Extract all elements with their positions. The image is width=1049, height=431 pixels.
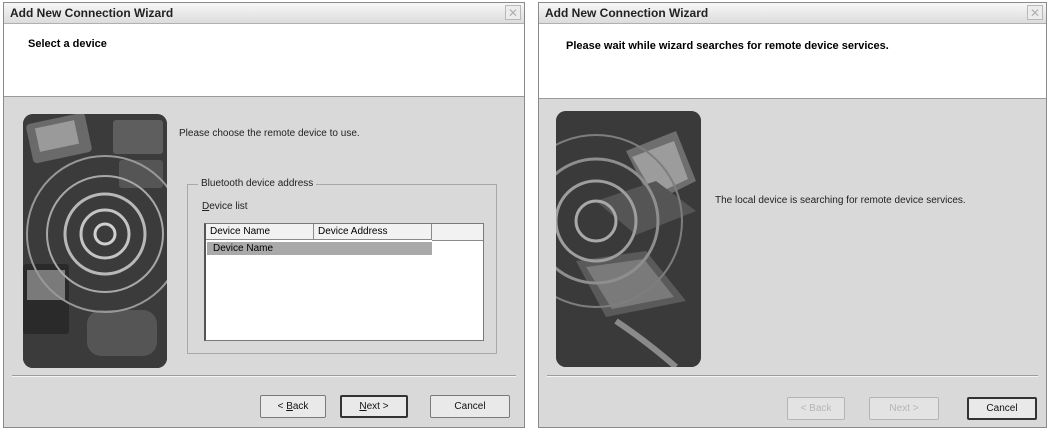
button-separator xyxy=(547,375,1038,377)
group-label: Bluetooth device address xyxy=(198,178,317,189)
select-device-dialog: Add New Connection Wizard ✕ Select a dev… xyxy=(3,2,525,428)
close-icon[interactable]: ✕ xyxy=(1027,5,1043,20)
back-button[interactable]: < Back xyxy=(260,395,326,418)
list-item[interactable]: Device Name xyxy=(207,242,432,255)
cancel-button[interactable]: Cancel xyxy=(967,397,1037,420)
page-title: Select a device xyxy=(28,38,107,50)
status-text: The local device is searching for remote… xyxy=(715,195,966,206)
window-title: Add New Connection Wizard xyxy=(545,6,709,20)
window-title: Add New Connection Wizard xyxy=(10,6,174,20)
back-button[interactable]: < Back xyxy=(787,397,845,420)
next-button[interactable]: Next > xyxy=(340,395,408,418)
column-header-device-address[interactable]: Device Address xyxy=(314,224,432,240)
title-bar: Add New Connection Wizard ✕ xyxy=(4,3,524,24)
wizard-header: Select a device xyxy=(4,24,524,97)
bluetooth-devices-illustration xyxy=(23,114,167,368)
button-separator xyxy=(12,375,516,377)
laptop-signal-illustration xyxy=(556,111,701,367)
wizard-header: Please wait while wizard searches for re… xyxy=(539,24,1046,99)
list-header: Device Name Device Address xyxy=(206,224,483,241)
column-header-device-name[interactable]: Device Name xyxy=(206,224,314,240)
cancel-button[interactable]: Cancel xyxy=(430,395,510,418)
searching-services-dialog: Add New Connection Wizard ✕ Please wait … xyxy=(538,2,1047,428)
next-button[interactable]: Next > xyxy=(869,397,939,420)
close-icon[interactable]: ✕ xyxy=(505,5,521,20)
title-bar: Add New Connection Wizard ✕ xyxy=(539,3,1046,24)
instruction-text: Please choose the remote device to use. xyxy=(179,128,360,139)
device-list[interactable]: Device Name Device Address Device Name xyxy=(204,223,484,341)
device-list-label: Device list xyxy=(202,201,248,212)
bluetooth-address-group: Bluetooth device address Device list Dev… xyxy=(187,178,497,354)
column-header-filler xyxy=(432,224,483,241)
page-title: Please wait while wizard searches for re… xyxy=(566,40,889,52)
